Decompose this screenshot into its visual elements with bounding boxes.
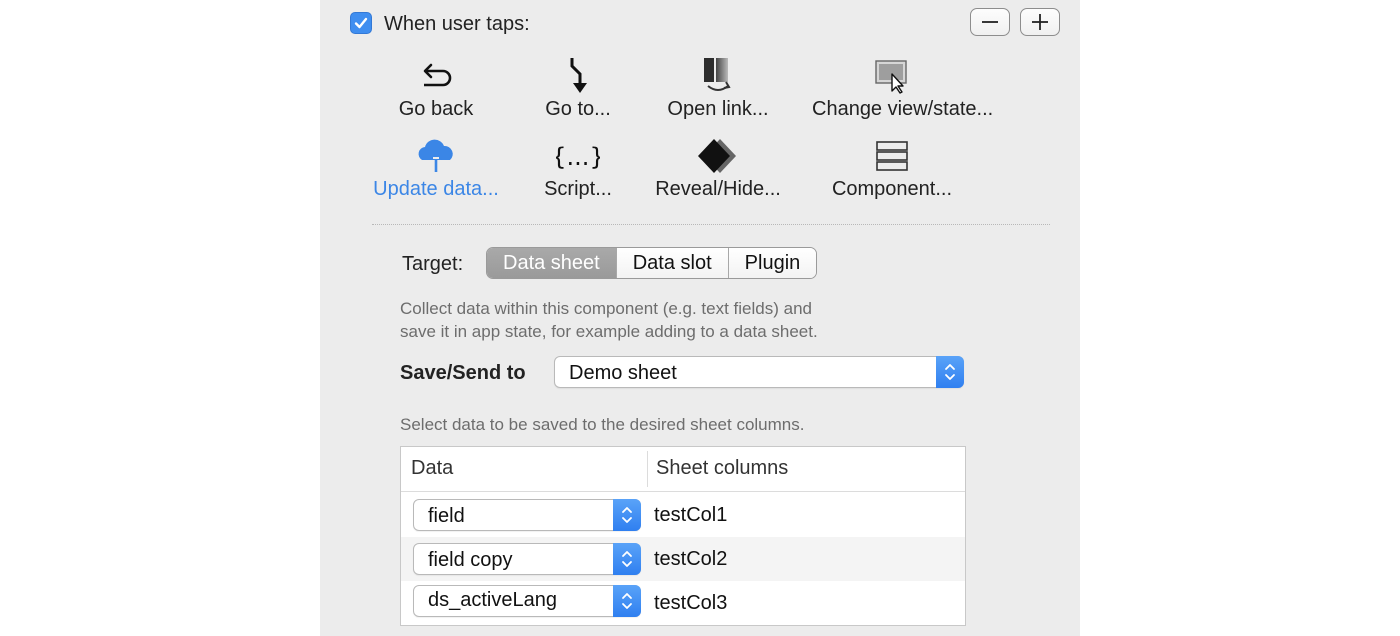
svg-text:{...}: {...} xyxy=(556,143,600,171)
remove-action-button[interactable] xyxy=(970,8,1010,36)
table-row: field testCol1 xyxy=(401,493,965,537)
section-divider xyxy=(372,224,1050,225)
chevron-updown-icon xyxy=(613,585,641,617)
save-send-select[interactable]: Demo sheet xyxy=(554,356,964,388)
action-go-to[interactable]: Go to... xyxy=(498,56,658,121)
back-arrow-icon xyxy=(423,63,452,87)
goto-arrow-icon xyxy=(570,58,587,93)
add-action-button[interactable] xyxy=(1020,8,1060,36)
action-update-data[interactable]: Update data... xyxy=(356,136,516,201)
chevron-updown-icon xyxy=(613,499,641,531)
reveal-hide-icon xyxy=(698,139,736,173)
action-change-view-state[interactable]: Change view/state... xyxy=(812,56,993,121)
checkmark-icon xyxy=(354,17,368,29)
description-line-1: Collect data within this component (e.g.… xyxy=(400,299,812,318)
description-line-2: save it in app state, for example adding… xyxy=(400,322,818,341)
data-mapping-table: Data Sheet columns field testCol1 field … xyxy=(400,446,966,626)
data-select-row-3[interactable]: ds_activeLang xyxy=(413,585,641,617)
sheet-column-row-2: testCol2 xyxy=(654,548,728,570)
action-open-link[interactable]: Open link... xyxy=(638,56,798,121)
sheet-column-row-1: testCol1 xyxy=(654,504,728,526)
data-select-row-1[interactable]: field xyxy=(413,499,641,531)
sheet-column-row-3: testCol3 xyxy=(654,592,728,614)
table-row: ds_activeLang testCol3 xyxy=(401,581,965,625)
action-component[interactable]: Component... xyxy=(812,136,972,201)
action-script[interactable]: {...} Script... xyxy=(498,136,658,201)
plus-icon xyxy=(1032,14,1048,30)
braces-icon: {...} xyxy=(556,143,600,171)
target-option-plugin[interactable]: Plugin xyxy=(727,248,817,278)
column-header-sheet-columns: Sheet columns xyxy=(656,457,789,479)
select-data-hint: Select data to be saved to the desired s… xyxy=(400,415,805,434)
chevron-updown-icon xyxy=(613,543,641,575)
when-user-taps-checkbox[interactable] xyxy=(350,12,372,34)
action-reveal-hide[interactable]: Reveal/Hide... xyxy=(638,136,798,201)
when-user-taps-label: When user taps: xyxy=(384,13,530,35)
header-divider xyxy=(401,491,965,492)
data-select-row-2[interactable]: field copy xyxy=(413,543,641,575)
minus-icon xyxy=(982,21,998,23)
column-divider xyxy=(647,451,648,487)
action-go-back[interactable]: Go back xyxy=(356,56,516,121)
chevron-updown-icon xyxy=(936,356,964,388)
column-header-data: Data xyxy=(411,457,454,479)
target-option-data-sheet[interactable]: Data sheet xyxy=(487,248,616,278)
change-view-icon xyxy=(875,60,907,94)
target-label: Target: xyxy=(402,253,464,275)
actions-panel: When user taps: Go back Go to... Open li… xyxy=(320,0,1080,636)
target-segmented-control: Data sheet Data slot Plugin xyxy=(486,247,818,279)
save-send-label: Save/Send to xyxy=(400,362,526,384)
target-option-data-slot[interactable]: Data slot xyxy=(615,248,728,278)
component-icon xyxy=(876,141,908,171)
open-link-icon xyxy=(704,58,731,91)
cloud-upload-icon xyxy=(418,139,453,172)
table-row: field copy testCol2 xyxy=(401,537,965,581)
